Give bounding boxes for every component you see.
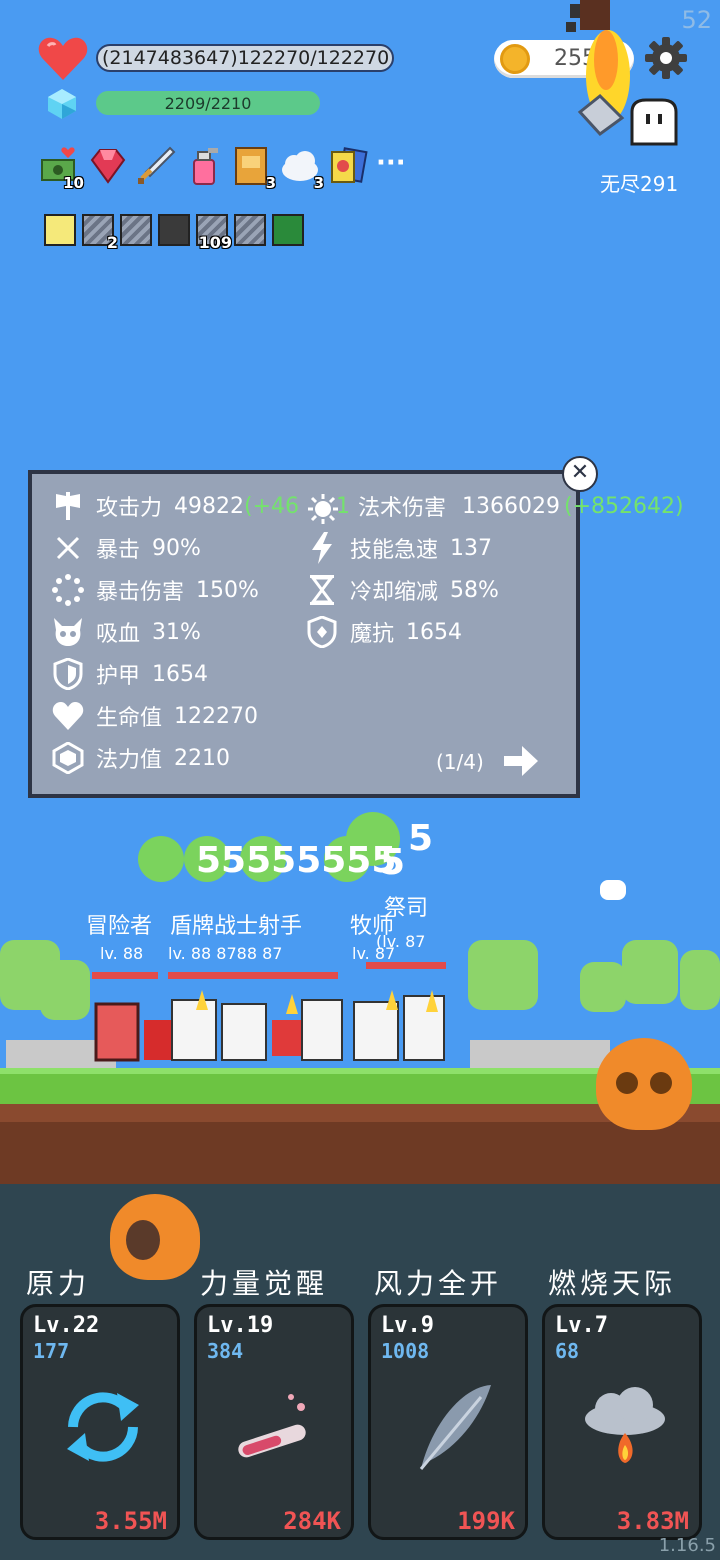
fire-cloud-icon [585,1387,665,1463]
stat-crit: 暴击 90% [52,532,201,564]
close-button[interactable]: ✕ [562,456,598,492]
feather-icon [419,1385,491,1470]
ghost-icon[interactable] [628,98,680,146]
hero-names-group: 盾牌战士射手 [170,914,303,939]
armor-icon[interactable] [158,214,190,246]
damage-number: 5 [380,842,406,883]
magic-shield-icon [306,616,338,648]
gear-icon[interactable] [644,36,688,80]
stats-page-indicator: (1/4) [436,750,484,774]
more-items-button[interactable]: ··· [376,146,416,186]
cloud-decoration [600,880,626,900]
skill-card-power-awakening[interactable]: Lv.19 384 284K [194,1304,354,1540]
skill-card-force[interactable]: Lv.22 177 3.55M [20,1304,180,1540]
heart-icon [38,37,88,80]
version-label: 1.16.5 [658,1535,716,1556]
sun-icon [308,494,338,524]
fence [470,1040,610,1068]
light-bulb-icon[interactable] [44,214,76,246]
test-tube-icon [238,1394,306,1458]
cycle-icon [67,1392,139,1462]
cards-icon[interactable] [328,146,368,186]
stat-crit-damage: 暴击伤害 150% [52,574,259,606]
dirt-ground-dark [0,1122,720,1184]
stat-health: 生命值 122270 [52,700,258,732]
stat-mana: 法力值 2210 [52,742,230,774]
hero-hp-bar [168,972,338,979]
stat-magic-damage: 1 法术伤害 1366029 (+852642) [336,493,684,522]
damage-number: 55555555 [196,840,397,881]
potion-spray-icon[interactable] [184,146,224,186]
hero-hp-bar [92,972,158,979]
orange-skull-enemy [596,1038,692,1130]
hero-hp-bar [366,962,446,969]
skill-title: 原力 [26,1267,91,1300]
demon-skull-icon [52,616,84,648]
equipment-row: 2 109 [44,214,304,252]
hero-level: lv. 88 [100,944,144,963]
sword-icon[interactable] [136,146,176,186]
equip-slot-icon[interactable] [234,214,266,246]
heart-outline-icon [52,700,84,732]
hero-level: lv. 88 8788 87 [168,944,283,963]
stat-cooldown: 冷却缩减 58% [306,574,499,606]
mana-bar: 2209/2210 [96,91,320,115]
hero-party [94,990,445,1062]
book-icon[interactable]: 3 [232,146,276,192]
crossed-swords-icon [52,532,84,564]
damage-number: 5 [408,818,434,859]
rune-icon[interactable] [272,214,304,246]
stat-lifesteal: 吸血 31% [52,616,201,648]
equip-slot-icon[interactable]: 2 [82,214,118,252]
stat-attack: 攻击力 49822 (+46 [52,490,299,522]
skill-title: 风力全开 [374,1267,503,1300]
bush [40,960,90,1020]
skill-title: 燃烧天际 [548,1267,677,1300]
axe-icon [52,490,84,522]
arrow-right-icon[interactable] [502,742,540,780]
green-skull [138,836,184,882]
skill-card-wind[interactable]: Lv.9 1008 199K [368,1304,528,1540]
crystal-outline-icon [52,742,84,774]
crit-ring-icon [52,574,84,606]
bush [468,940,538,1010]
bush [580,962,626,1012]
orange-skull-enemy [110,1194,200,1280]
hero-name-adventurer: 冒险者 [86,914,153,939]
endless-mode-label: 无尽291 [600,172,679,196]
equip-slot-icon[interactable] [120,214,152,246]
skill-card-burning-sky[interactable]: Lv.7 68 3.83M [542,1304,702,1540]
hero-name-cleric: 祭司 [384,896,429,921]
equip-slot-icon[interactable]: 109 [196,214,232,252]
ruby-icon[interactable] [88,146,128,186]
bush [680,950,720,1010]
stat-magic-resist: 魔抗 1654 [306,616,462,648]
hourglass-icon [306,574,338,606]
shield-icon [52,658,84,690]
lightning-icon [306,532,338,564]
hp-bar: (2147483647)122270/122270 [96,44,394,72]
stat-haste: 技能急速 137 [306,532,492,564]
cloud-icon[interactable]: 3 [280,146,324,192]
fps-counter: 52 [681,6,712,34]
coin-icon [500,44,530,74]
stat-armor: 护甲 1654 [52,658,208,690]
money-heart-icon[interactable]: 10 [40,146,84,192]
mana-crystal-icon [48,89,76,119]
skill-title: 力量觉醒 [200,1267,329,1300]
hero-level: (lv. 87 [376,932,426,951]
consumable-items-row: 10 3 3 ··· [40,146,416,192]
bush [622,940,678,1004]
